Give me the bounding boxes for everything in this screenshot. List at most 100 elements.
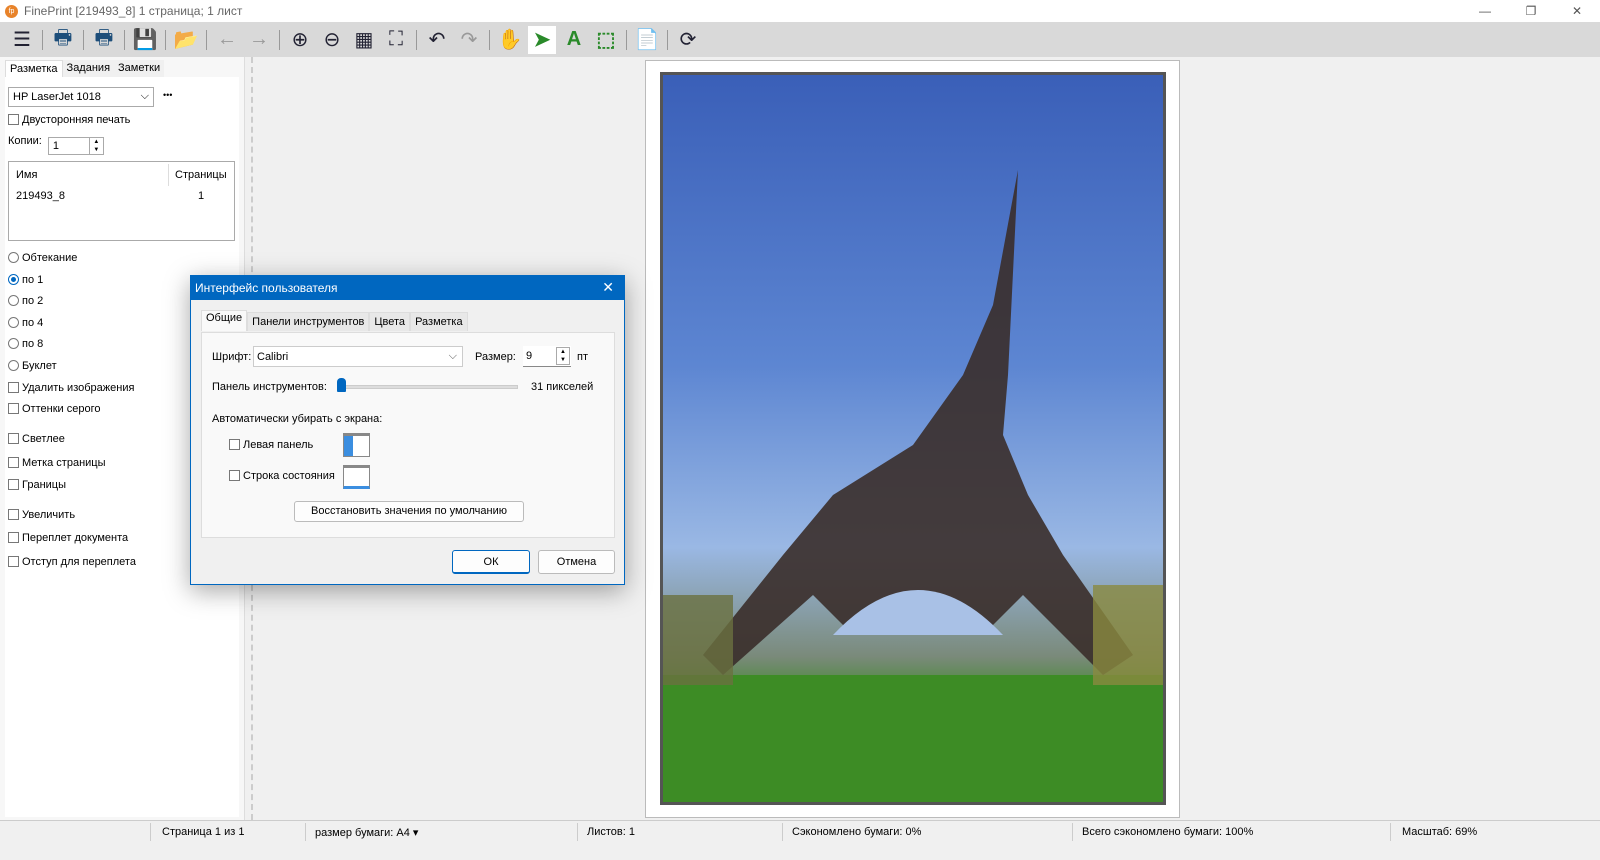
open-folder-icon[interactable]: 📂 — [172, 26, 200, 54]
option-checkbox[interactable]: Границы — [8, 479, 66, 491]
tab-colors[interactable]: Цвета — [369, 312, 411, 331]
layout-radio[interactable]: по 1 — [8, 274, 43, 286]
status-bar-preview-icon — [343, 465, 370, 489]
duplex-label: Двусторонняя печать — [22, 114, 131, 126]
dialog-close-icon[interactable]: ✕ — [602, 279, 614, 296]
tab-layout[interactable]: Разметка — [5, 60, 63, 77]
radio-label: Буклет — [22, 360, 57, 372]
text-tool-icon[interactable]: A — [560, 26, 588, 54]
close-button[interactable]: ✕ — [1554, 0, 1600, 22]
cancel-button[interactable]: Отмена — [538, 550, 615, 574]
copies-label: Копии: — [8, 135, 42, 147]
job-name: 219493_8 — [16, 190, 65, 202]
tab-layout-dialog[interactable]: Разметка — [410, 312, 468, 331]
checkbox[interactable] — [8, 382, 19, 393]
pointer-icon[interactable]: ➤ — [528, 25, 556, 54]
checkbox[interactable] — [8, 433, 19, 444]
radio[interactable] — [8, 360, 19, 371]
menu-icon[interactable]: ☰ — [8, 26, 36, 54]
toolbar-separator — [416, 29, 417, 50]
tab-general[interactable]: Общие — [201, 310, 248, 331]
option-checkbox[interactable]: Увеличить — [8, 509, 75, 521]
eiffel-tower-photo — [660, 72, 1166, 805]
toolbar-size-slider[interactable] — [340, 385, 518, 389]
checkbox[interactable] — [8, 457, 19, 468]
zoom-in-icon[interactable]: ⊕ — [286, 26, 314, 54]
checkbox[interactable] — [8, 556, 19, 567]
checkbox-label: Увеличить — [22, 509, 76, 521]
radio[interactable] — [8, 317, 19, 328]
window-title: FinePrint [219493_8] 1 страница; 1 лист — [24, 4, 243, 18]
refresh-icon[interactable]: ⟳ — [674, 26, 702, 54]
toolbar-separator — [667, 29, 668, 50]
option-checkbox[interactable]: Отступ для переплета — [8, 556, 136, 568]
layout-radio[interactable]: по 8 — [8, 338, 43, 350]
title-bar: fp FinePrint [219493_8] 1 страница; 1 ли… — [0, 0, 1600, 22]
layout-radio[interactable]: по 2 — [8, 295, 43, 307]
checkbox[interactable] — [8, 509, 19, 520]
tab-toolbars[interactable]: Панели инструментов — [247, 312, 370, 331]
checkbox[interactable] — [8, 532, 19, 543]
checkbox-label: Метка страницы — [22, 457, 106, 469]
printer-value: HP LaserJet 1018 — [13, 91, 101, 103]
status-bar-label: Строка состояния — [243, 470, 335, 482]
toolbar-separator — [83, 29, 84, 50]
radio-label: по 4 — [22, 317, 44, 329]
forward-arrow-icon[interactable]: → — [245, 26, 273, 54]
toolbar-separator — [42, 29, 43, 50]
status-total-saved: Всего сэкономлено бумаги: 100% — [1082, 826, 1254, 838]
left-panel-checkbox[interactable]: Левая панель — [229, 439, 313, 451]
option-checkbox[interactable]: Оттенки серого — [8, 403, 100, 415]
more-button[interactable]: ••• — [163, 90, 172, 100]
radio[interactable] — [8, 295, 19, 306]
layout-radio[interactable]: Обтекание — [8, 252, 77, 264]
radio[interactable] — [8, 274, 19, 285]
maximize-button[interactable]: ❐ — [1508, 0, 1554, 22]
printer-select[interactable]: HP LaserJet 1018 ⌵ — [8, 87, 154, 107]
checkbox-label: Отступ для переплета — [22, 556, 136, 568]
ok-button[interactable]: ОК — [452, 550, 530, 574]
option-checkbox[interactable]: Метка страницы — [8, 457, 106, 469]
slider-thumb[interactable] — [337, 378, 346, 392]
layout-radio[interactable]: Буклет — [8, 360, 57, 372]
print-icon[interactable]: 🖶 — [49, 26, 77, 54]
paper-size-dropdown[interactable]: размер бумаги: A4 ▾ — [315, 826, 418, 839]
font-select[interactable]: Calibri ⌵ — [253, 346, 463, 367]
size-stepper[interactable]: 9 ▲ ▼ — [523, 346, 571, 367]
checkbox[interactable] — [8, 479, 19, 490]
checkbox[interactable] — [8, 403, 19, 414]
option-checkbox[interactable]: Удалить изображения — [8, 382, 134, 394]
radio[interactable] — [8, 252, 19, 263]
fit-page-icon[interactable]: ⛶ — [382, 26, 410, 54]
checkbox-label: Оттенки серого — [22, 403, 101, 415]
option-checkbox[interactable]: Светлее — [8, 433, 65, 445]
minimize-button[interactable]: — — [1462, 0, 1508, 22]
tab-jobs[interactable]: Задания — [62, 60, 115, 77]
redo-icon[interactable]: ↷ — [455, 26, 483, 54]
copies-stepper[interactable]: 1 ▲ ▼ — [47, 137, 104, 155]
back-arrow-icon[interactable]: ← — [213, 26, 241, 54]
toolbar-separator — [165, 29, 166, 50]
chevron-down-icon: ⌵ — [448, 350, 457, 362]
font-label: Шрифт: — [212, 351, 252, 363]
zoom-out-icon[interactable]: ⊖ — [318, 26, 346, 54]
option-checkbox[interactable]: Переплет документа — [8, 532, 128, 544]
status-bar-checkbox[interactable]: Строка состояния — [229, 470, 335, 482]
tab-notes[interactable]: Заметки — [114, 60, 165, 77]
duplex-checkbox[interactable]: Двусторонняя печать — [8, 114, 130, 126]
toolbar-separator — [279, 29, 280, 50]
print-close-icon[interactable]: 🖶 — [90, 26, 118, 54]
toolbar-separator — [124, 29, 125, 50]
left-panel-preview-icon — [343, 433, 370, 457]
layout-radio[interactable]: по 4 — [8, 317, 43, 329]
toolbar: ☰ 🖶 🖶 💾 📂 ← → ⊕ ⊖ ▦ ⛶ ↶ ↷ ✋ ➤ A ⬚ 📄 ⟳ — [0, 22, 1600, 57]
hand-icon[interactable]: ✋ — [496, 26, 524, 54]
radio[interactable] — [8, 338, 19, 349]
document-icon[interactable]: 📄 — [633, 26, 661, 54]
grid-icon[interactable]: ▦ — [350, 26, 378, 54]
restore-defaults-button[interactable]: Восстановить значения по умолчанию — [294, 501, 524, 522]
undo-icon[interactable]: ↶ — [423, 26, 451, 54]
select-region-icon[interactable]: ⬚ — [592, 26, 620, 54]
size-value: 9 — [526, 350, 533, 362]
save-icon[interactable]: 💾 — [131, 26, 159, 54]
